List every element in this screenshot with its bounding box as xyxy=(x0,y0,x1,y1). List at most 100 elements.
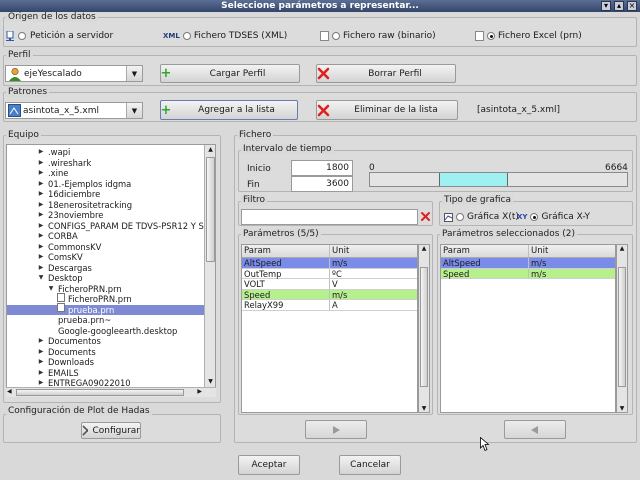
origen-radio-raw[interactable] xyxy=(332,32,340,40)
time-range-selection[interactable] xyxy=(439,173,508,186)
expand-arrow-icon[interactable]: ▶ xyxy=(37,200,45,211)
collapse-arrow-icon[interactable]: ▼ xyxy=(37,273,45,284)
accept-button[interactable]: Aceptar xyxy=(238,455,300,475)
window-title-bar[interactable]: Seleccione parámetros a representar... xyxy=(0,0,640,12)
time-range-slider[interactable] xyxy=(369,172,628,187)
tree-node[interactable]: ▶ 01.-Ejemplos idgma xyxy=(7,179,204,190)
tree-scrollbar-thumb[interactable] xyxy=(206,157,215,262)
origen-radio-excel[interactable] xyxy=(487,32,495,40)
expand-arrow-icon[interactable]: ▶ xyxy=(37,189,45,200)
tree-node[interactable]: Google-googleearth.desktop xyxy=(7,326,204,337)
chart-type-xt-option[interactable]: Gráfica X(t) xyxy=(444,212,519,222)
expand-arrow-icon[interactable]: ▶ xyxy=(37,368,45,379)
file-tree[interactable]: ▶ .wapi ▶ .wireshark ▶ .xine ▶ 01.-Ejemplos idg… xyxy=(6,144,216,388)
origen-radio-server[interactable] xyxy=(18,32,26,40)
tree-node[interactable]: ▶ EMAILS xyxy=(7,368,204,379)
tree-node[interactable]: ▶ CONFIGS_PARAM DE TDVS-PSR12 Y S xyxy=(7,221,204,232)
start-input[interactable]: 1800 xyxy=(291,160,353,176)
expand-arrow-icon[interactable]: ▶ xyxy=(37,147,45,158)
tree-horizontal-scrollbar[interactable]: ◀ ▶ xyxy=(6,387,216,397)
tree-node[interactable]: ▼ Desktop xyxy=(7,273,204,284)
scroll-up-arrow-icon[interactable]: ▲ xyxy=(617,245,627,255)
tree-node[interactable]: ▶ .wireshark xyxy=(7,158,204,169)
collapse-arrow-icon[interactable]: ▼ xyxy=(47,284,55,295)
chevron-down-icon[interactable]: ▼ xyxy=(126,103,142,118)
clear-filter-icon[interactable] xyxy=(420,211,431,222)
scroll-left-arrow-icon[interactable]: ◀ xyxy=(7,388,12,395)
tree-node[interactable]: ▶ Documentos xyxy=(7,336,204,347)
tree-node[interactable]: ▶ 18enerositetracking xyxy=(7,200,204,211)
scroll-down-arrow-icon[interactable]: ▼ xyxy=(205,377,215,387)
origen-radio-xml[interactable] xyxy=(182,32,191,40)
tree-node[interactable]: ▶ CommonsKV xyxy=(7,242,204,253)
tree-node[interactable]: ▶ Documents xyxy=(7,347,204,358)
tree-node[interactable]: FicheroPRN.prn xyxy=(7,292,204,305)
param-row[interactable]: AltSpeed m/s xyxy=(242,258,417,269)
scroll-down-arrow-icon[interactable]: ▼ xyxy=(419,405,429,412)
tree-node[interactable]: ▶ 16diciembre xyxy=(7,189,204,200)
tree-node[interactable]: ▶ ComsKV xyxy=(7,252,204,263)
scroll-right-arrow-icon[interactable]: ▶ xyxy=(197,388,202,395)
add-to-list-button[interactable]: + Agregar a la lista xyxy=(160,100,298,120)
selected-col-unit[interactable]: Unit xyxy=(529,245,615,257)
chevron-down-icon[interactable]: ▼ xyxy=(126,66,142,81)
tree-node[interactable]: ▶ .xine xyxy=(7,168,204,179)
remove-parameter-button[interactable] xyxy=(504,420,566,439)
expand-arrow-icon[interactable]: ▶ xyxy=(37,336,45,347)
expand-arrow-icon[interactable]: ▶ xyxy=(37,168,45,179)
param-row[interactable]: Speed m/s xyxy=(441,268,615,279)
tree-node[interactable]: ▼ FicheroPRN.prn xyxy=(7,284,204,295)
expand-arrow-icon[interactable]: ▶ xyxy=(37,179,45,190)
cancel-button[interactable]: Cancelar xyxy=(339,455,401,475)
param-row[interactable]: AltSpeed m/s xyxy=(441,258,615,269)
scroll-down-arrow-icon[interactable]: ▼ xyxy=(617,405,627,412)
param-row[interactable]: Speed m/s xyxy=(242,289,417,300)
tree-node[interactable]: prueba.prn xyxy=(7,303,204,315)
patrones-select[interactable]: asintota_x_5.xml ▼ xyxy=(5,102,143,119)
expand-arrow-icon[interactable]: ▶ xyxy=(37,221,45,232)
perfil-select[interactable]: ejeYescalado ▼ xyxy=(5,65,143,82)
maximize-button[interactable]: ▴ xyxy=(614,1,624,11)
scroll-up-arrow-icon[interactable]: ▲ xyxy=(205,145,215,155)
scroll-up-arrow-icon[interactable]: ▲ xyxy=(419,245,429,255)
add-parameter-button[interactable] xyxy=(305,420,367,439)
origen-option-excel[interactable]: Fichero Excel (prn) xyxy=(475,31,582,41)
params-table[interactable]: Param Unit AltSpeed m/s OutTemp ºC VOLT V Spee… xyxy=(241,244,418,413)
params-scrollbar[interactable]: ▲ ▼ xyxy=(418,244,430,413)
filter-input[interactable] xyxy=(241,209,418,225)
expand-arrow-icon[interactable]: ▶ xyxy=(37,263,45,274)
selected-col-param[interactable]: Param xyxy=(441,245,529,257)
tree-node[interactable]: ▶ Downloads xyxy=(7,357,204,368)
end-input[interactable]: 3600 xyxy=(291,176,353,192)
expand-arrow-icon[interactable]: ▶ xyxy=(37,210,45,221)
origen-option-server[interactable]: Petición a servidor xyxy=(6,31,113,41)
param-row[interactable]: VOLT V xyxy=(242,279,417,290)
chart-type-xy-option[interactable]: XY Gráfica X-Y xyxy=(517,212,590,222)
expand-arrow-icon[interactable]: ▶ xyxy=(37,242,45,253)
origen-option-xml[interactable]: XML Fichero TDSES (XML) xyxy=(163,31,287,41)
load-profile-button[interactable]: + Cargar Perfil xyxy=(160,64,300,83)
params-col-unit[interactable]: Unit xyxy=(330,245,417,257)
delete-profile-button[interactable]: Borrar Perfil xyxy=(316,64,456,83)
tree-vertical-scrollbar[interactable]: ▲ ▼ xyxy=(204,145,215,387)
origen-option-raw[interactable]: Fichero raw (binario) xyxy=(320,31,436,41)
remove-from-list-button[interactable]: Eliminar de la lista xyxy=(316,100,458,120)
params-col-param[interactable]: Param xyxy=(242,245,330,257)
selected-scrollbar-thumb[interactable] xyxy=(618,267,626,387)
configure-button[interactable]: Configurar xyxy=(81,422,141,439)
expand-arrow-icon[interactable]: ▶ xyxy=(37,347,45,358)
param-row[interactable]: OutTemp ºC xyxy=(242,268,417,279)
params-scrollbar-thumb[interactable] xyxy=(420,267,428,387)
tree-node[interactable]: ▶ .wapi xyxy=(7,147,204,158)
selected-params-scrollbar[interactable]: ▲ ▼ xyxy=(616,244,628,413)
tree-hscroll-thumb[interactable] xyxy=(16,389,184,396)
chart-type-xy-radio[interactable] xyxy=(530,213,539,221)
window-menu-button[interactable]: ▾ xyxy=(601,1,611,11)
selected-params-table[interactable]: Param Unit AltSpeed m/s Speed m/s xyxy=(440,244,616,413)
close-button[interactable]: × xyxy=(627,1,637,11)
param-row[interactable]: RelayX99 A xyxy=(242,300,417,311)
tree-node[interactable]: ▶ 23noviembre xyxy=(7,210,204,221)
expand-arrow-icon[interactable]: ▶ xyxy=(37,252,45,263)
expand-arrow-icon[interactable]: ▶ xyxy=(37,158,45,169)
expand-arrow-icon[interactable]: ▶ xyxy=(37,231,45,242)
